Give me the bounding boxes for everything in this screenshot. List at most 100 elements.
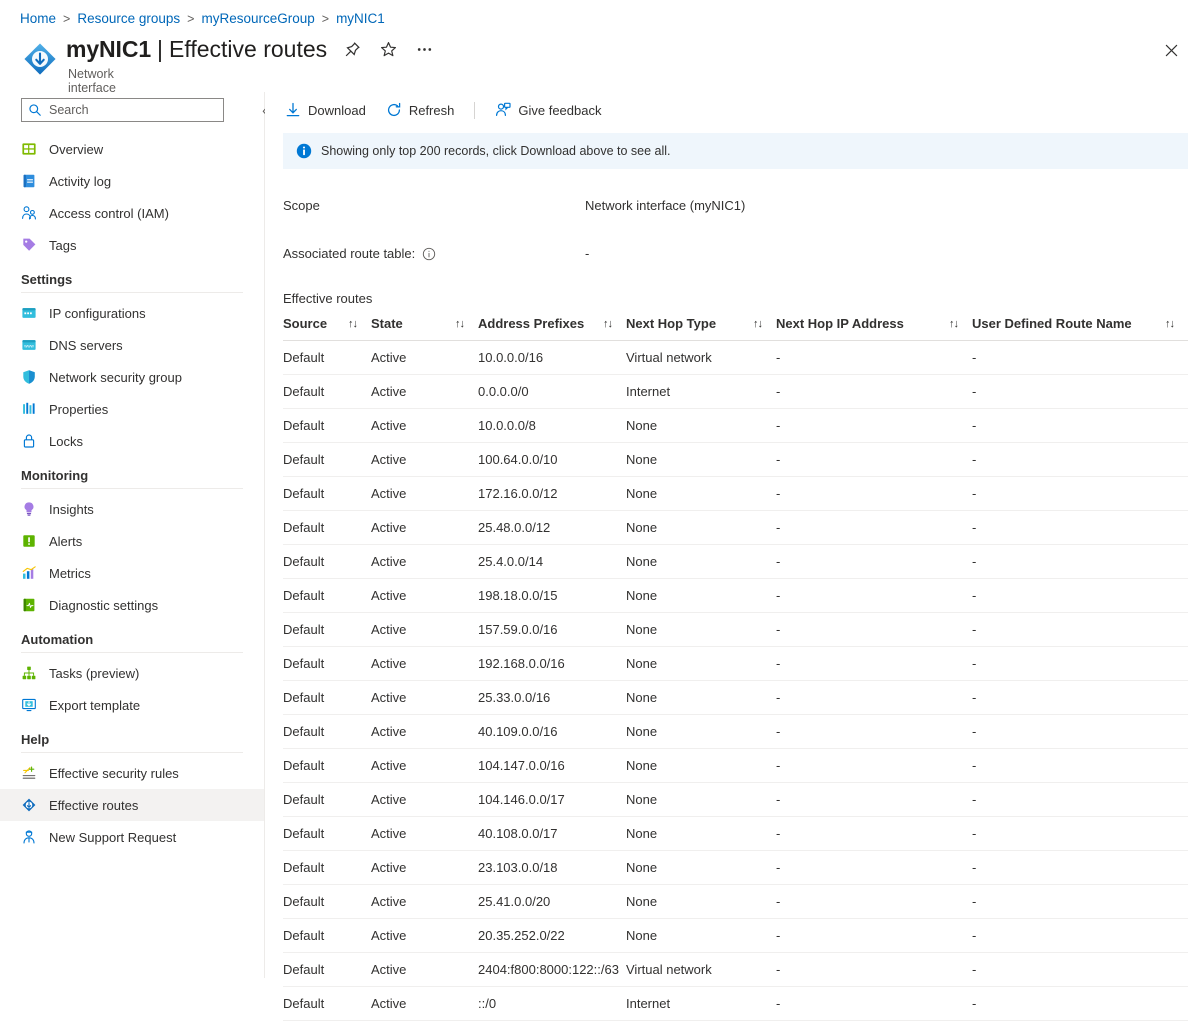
sidebar-item-new-support-request[interactable]: New Support Request <box>0 821 264 853</box>
sidebar-item-ip-configurations[interactable]: IP configurations <box>0 297 264 329</box>
cell-udr-name: - <box>972 612 1188 647</box>
sidebar-item-export-template[interactable]: Export template <box>0 689 264 721</box>
cell-prefix: 25.33.0.0/16 <box>478 680 626 715</box>
sidebar-item-access-control-iam[interactable]: Access control (IAM) <box>0 197 264 229</box>
info-circle-icon[interactable] <box>422 247 436 261</box>
table-row[interactable]: Default Active 104.147.0.0/16 None - - <box>283 748 1188 783</box>
sidebar-item-insights[interactable]: Insights <box>0 493 264 525</box>
cell-udr-name: - <box>972 952 1188 987</box>
cell-next-hop-type: None <box>626 748 776 783</box>
sidebar-item-effective-security-rules[interactable]: Effective security rules <box>0 757 264 789</box>
associated-route-table-value: - <box>585 246 590 261</box>
table-row[interactable]: Default Active 25.48.0.0/12 None - - <box>283 510 1188 545</box>
sidebar-item-label: Alerts <box>49 533 83 549</box>
sort-toggle-icon[interactable]: ↑↓ <box>949 318 959 330</box>
table-row[interactable]: Default Active 157.59.0.0/16 None - - <box>283 612 1188 647</box>
sidebar-item-network-security-group[interactable]: Network security group <box>0 361 264 393</box>
sidebar-item-tasks-preview[interactable]: Tasks (preview) <box>0 657 264 689</box>
command-bar: Download Refresh Give feedback <box>265 92 1200 128</box>
table-row[interactable]: Default Active 198.18.0.0/15 None - - <box>283 578 1188 613</box>
search-input[interactable] <box>47 102 215 118</box>
cell-source: Default <box>283 340 371 375</box>
table-row[interactable]: Default Active 10.0.0.0/16 Virtual network -… <box>283 340 1188 375</box>
sidebar-item-dns-servers[interactable]: www DNS servers <box>0 329 264 361</box>
table-row[interactable]: Default Active 10.0.0.0/8 None - - <box>283 408 1188 443</box>
column-header-next-hop-ip[interactable]: Next Hop IP Address ↑↓ <box>776 316 972 341</box>
download-button[interactable]: Download <box>285 96 366 124</box>
command-divider <box>474 101 476 119</box>
cell-prefix: 157.59.0.0/16 <box>478 612 626 647</box>
sort-toggle-icon[interactable]: ↑↓ <box>603 318 613 330</box>
cell-udr-name: - <box>972 408 1188 443</box>
sort-toggle-icon[interactable]: ↑↓ <box>1165 318 1175 330</box>
refresh-button[interactable]: Refresh <box>386 96 454 124</box>
table-row[interactable]: Default Active 172.16.0.0/12 None - - <box>283 476 1188 511</box>
sidebar-group-divider <box>21 752 243 753</box>
table-row[interactable]: Default Active 25.4.0.0/14 None - - <box>283 544 1188 579</box>
table-row[interactable]: Default Active 100.64.0.0/10 None - - <box>283 442 1188 477</box>
table-row[interactable]: Default Active 23.103.0.0/18 None - - <box>283 850 1188 885</box>
table-row[interactable]: Default Active 25.41.0.0/20 None - - <box>283 884 1188 919</box>
cell-next-hop-ip: - <box>776 748 972 783</box>
pin-icon[interactable] <box>341 39 363 61</box>
give-feedback-button[interactable]: Give feedback <box>495 96 601 124</box>
cell-next-hop-type: None <box>626 544 776 579</box>
cell-prefix: 0.0.0.0/0 <box>478 374 626 409</box>
column-header-label: State <box>371 316 403 331</box>
cell-next-hop-type: Virtual network <box>626 952 776 987</box>
sidebar-item-label: Export template <box>49 697 141 713</box>
sidebar-item-label: Tasks (preview) <box>49 665 140 681</box>
close-icon[interactable] <box>1160 39 1182 61</box>
sidebar-item-alerts[interactable]: Alerts <box>0 525 264 557</box>
sidebar-top-items: Overview Activity log Access control (IAM)… <box>0 133 264 261</box>
sidebar-item-properties[interactable]: Properties <box>0 393 264 425</box>
cell-prefix: 104.146.0.0/17 <box>478 782 626 817</box>
cell-state: Active <box>371 884 478 919</box>
column-header-udr-name[interactable]: User Defined Route Name ↑↓ <box>972 316 1188 341</box>
sidebar-item-metrics[interactable]: Metrics <box>0 557 264 589</box>
table-row[interactable]: Default Active 20.35.252.0/22 None - - <box>283 918 1188 953</box>
sidebar-item-effective-routes[interactable]: Effective routes <box>0 789 264 821</box>
table-row[interactable]: Default Active::/0 Internet - - <box>283 986 1188 1021</box>
breadcrumb-item-myresourcegroup[interactable]: myResourceGroup <box>201 11 314 26</box>
table-row[interactable]: Default Active 40.108.0.0/17 None - - <box>283 816 1188 851</box>
column-header-source[interactable]: Source ↑↓ <box>283 316 371 341</box>
cell-source: Default <box>283 510 371 545</box>
column-header-state[interactable]: State ↑↓ <box>371 316 478 341</box>
star-icon[interactable] <box>377 39 399 61</box>
table-row[interactable]: Default Active 40.109.0.0/16 None - - <box>283 714 1188 749</box>
breadcrumb-item-mynic1[interactable]: myNIC1 <box>336 11 385 26</box>
breadcrumb-item-resource-groups[interactable]: Resource groups <box>77 11 180 26</box>
sidebar-item-tags[interactable]: Tags <box>0 229 264 261</box>
sort-toggle-icon[interactable]: ↑↓ <box>348 318 358 330</box>
search-box[interactable] <box>21 98 224 122</box>
column-header-prefix[interactable]: Address Prefixes ↑↓ <box>478 316 626 341</box>
breadcrumb-separator: > <box>187 12 195 26</box>
sidebar-item-activity-log[interactable]: Activity log <box>0 165 264 197</box>
sidebar-item-label: Activity log <box>49 173 112 189</box>
cell-state: Active <box>371 646 478 681</box>
cell-state: Active <box>371 816 478 851</box>
sidebar-item-label: Network security group <box>49 369 182 385</box>
cell-prefix: 172.16.0.0/12 <box>478 476 626 511</box>
table-row[interactable]: Default Active 25.33.0.0/16 None - - <box>283 680 1188 715</box>
feedback-icon <box>495 102 511 118</box>
cell-udr-name: - <box>972 476 1188 511</box>
cell-prefix: ::/0 <box>478 986 626 1021</box>
cell-state: Active <box>371 612 478 647</box>
column-header-next-hop-type[interactable]: Next Hop Type ↑↓ <box>626 316 776 341</box>
table-row[interactable]: Default Active 104.146.0.0/17 None - - <box>283 782 1188 817</box>
table-row[interactable]: Default Active 2404:f800:8000:122::/63 Virt… <box>283 952 1188 987</box>
ellipsis-icon[interactable] <box>413 39 435 61</box>
sidebar-item-locks[interactable]: Locks <box>0 425 264 457</box>
sidebar-item-label: Tags <box>49 237 77 253</box>
breadcrumb-item-home[interactable]: Home <box>20 11 56 26</box>
breadcrumb: Home > Resource groups > myResourceGroup > myN… <box>20 8 385 30</box>
table-row[interactable]: Default Active 0.0.0.0/0 Internet - - <box>283 374 1188 409</box>
cell-next-hop-ip: - <box>776 510 972 545</box>
sort-toggle-icon[interactable]: ↑↓ <box>753 318 763 330</box>
sidebar-item-overview[interactable]: Overview <box>0 133 264 165</box>
sidebar-item-diagnostic-settings[interactable]: Diagnostic settings <box>0 589 264 621</box>
sort-toggle-icon[interactable]: ↑↓ <box>455 318 465 330</box>
table-row[interactable]: Default Active 192.168.0.0/16 None - - <box>283 646 1188 681</box>
